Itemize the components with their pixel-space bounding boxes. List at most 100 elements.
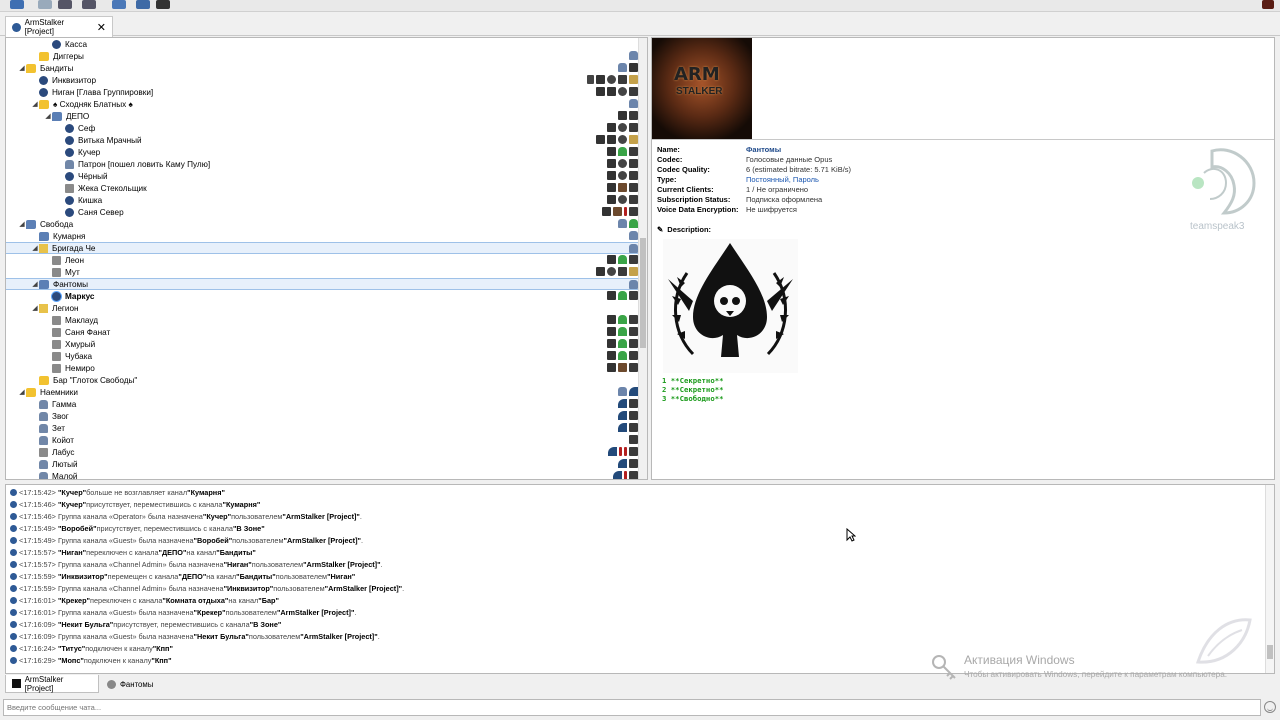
log-entity[interactable]: "ArmStalker [Project]" <box>303 560 380 569</box>
tree-row[interactable]: Бар "Глоток Свободы" <box>6 374 638 386</box>
disconnect-icon[interactable] <box>38 0 52 9</box>
tree-row[interactable]: Гамма <box>6 398 638 410</box>
log-entity[interactable]: "Воробей" <box>194 536 233 545</box>
tree-row[interactable]: Леон <box>6 254 638 266</box>
tree-row[interactable]: Мут <box>6 266 638 278</box>
expand-arrow-icon[interactable]: ◢ <box>31 280 39 288</box>
tree-row[interactable]: Хмурый <box>6 338 638 350</box>
tree-row[interactable]: Саня Север <box>6 206 638 218</box>
log-entity[interactable]: "Ниган" <box>327 572 355 581</box>
tree-row[interactable]: Витька Мрачный <box>6 134 638 146</box>
log-entity[interactable]: "Ниган" <box>58 548 86 557</box>
log-entity[interactable]: "Мопс" <box>58 656 84 665</box>
scrollbar-thumb[interactable] <box>640 238 646 348</box>
banner-subtitle: STALKER <box>676 86 723 97</box>
log-entity[interactable]: "Кучер" <box>58 488 86 497</box>
expand-arrow-icon[interactable]: ◢ <box>44 112 52 120</box>
log-entity[interactable]: "В Зоне" <box>233 524 265 533</box>
tree-row[interactable]: ◢ Легион <box>6 302 638 314</box>
connect-icon[interactable] <box>10 0 24 9</box>
log-entity[interactable]: "ArmStalker [Project]" <box>300 632 377 641</box>
tree-row[interactable]: Саня Фанат <box>6 326 638 338</box>
log-entity[interactable]: "Бар" <box>258 596 279 605</box>
tree-row[interactable]: Ниган [Глава Группировки] <box>6 86 638 98</box>
log-entity[interactable]: "ArmStalker [Project]" <box>325 584 402 593</box>
identity-icon[interactable] <box>156 0 170 9</box>
server-tab[interactable]: ArmStalker [Project] ✕ <box>5 16 113 37</box>
tree-row[interactable]: Зет <box>6 422 638 434</box>
tree-row[interactable]: Кишка <box>6 194 638 206</box>
tree-row[interactable]: Немиро <box>6 362 638 374</box>
tree-row[interactable]: Лабус <box>6 446 638 458</box>
expand-arrow-icon[interactable]: ◢ <box>31 244 39 252</box>
chat-tab-channel[interactable]: Фантомы <box>101 675 171 693</box>
tree-row[interactable]: ◢ ♠ Сходняк Блатных ♠ <box>6 98 638 110</box>
tree-scrollbar[interactable] <box>638 38 647 479</box>
log-entity[interactable]: "Воробей" <box>58 524 97 533</box>
tree-row[interactable]: Чёрный <box>6 170 638 182</box>
tree-row[interactable]: Жека Стекольщик <box>6 182 638 194</box>
log-entity[interactable]: "Комната отдыха" <box>162 596 228 605</box>
tree-row[interactable]: ◢ Фантомы <box>6 278 638 290</box>
tree-row[interactable]: ◢ Бригада Че <box>6 242 638 254</box>
log-entity[interactable]: "Ниган" <box>224 560 252 569</box>
emoji-icon[interactable] <box>1264 701 1276 713</box>
property-value[interactable]: Постоянный, Пароль <box>746 175 819 184</box>
tree-row[interactable]: Маклауд <box>6 314 638 326</box>
tree-row[interactable]: Инквизитор <box>6 74 638 86</box>
tree-row[interactable]: Касса <box>6 38 638 50</box>
chat-tab-server[interactable]: ArmStalker [Project] <box>5 675 99 693</box>
expand-arrow-icon[interactable]: ◢ <box>18 220 26 228</box>
tree-row[interactable]: Кумарня <box>6 230 638 242</box>
log-entity[interactable]: "Некит Бульга" <box>194 632 249 641</box>
log-entity[interactable]: "Некит Бульга" <box>58 620 113 629</box>
log-entity[interactable]: "Кумарня" <box>187 488 225 497</box>
scrollbar-thumb[interactable] <box>1267 645 1273 659</box>
tree-row[interactable]: Койот <box>6 434 638 446</box>
tree-row[interactable]: ◢ Бандиты <box>6 62 638 74</box>
log-entity[interactable]: "ArmStalker [Project]" <box>282 512 359 521</box>
expand-arrow-icon[interactable]: ◢ <box>18 388 26 396</box>
log-entity[interactable]: "ArmStalker [Project]" <box>277 608 354 617</box>
log-entity[interactable]: "ArmStalker [Project]" <box>284 536 361 545</box>
tree-row[interactable]: Кучер <box>6 146 638 158</box>
log-entity[interactable]: "Кпп" <box>153 644 173 653</box>
tree-row[interactable]: Патрон [пошел ловить Каму Пулю] <box>6 158 638 170</box>
tree-row[interactable]: Звог <box>6 410 638 422</box>
log-entity[interactable]: "Титус" <box>58 644 85 653</box>
log-entity[interactable]: "Крекер" <box>58 596 90 605</box>
expand-arrow-icon[interactable]: ◢ <box>31 100 39 108</box>
log-entity[interactable]: "Инквизитор" <box>58 572 108 581</box>
tree-row[interactable]: ◢ Свобода <box>6 218 638 230</box>
log-entity[interactable]: "Инквизитор" <box>224 584 274 593</box>
mute-speakers-icon[interactable] <box>82 0 96 9</box>
tree-row[interactable]: Чубака <box>6 350 638 362</box>
log-entity[interactable]: "Кучер" <box>58 500 86 509</box>
yellow-badge-icon <box>629 267 638 276</box>
tree-row[interactable]: Сеф <box>6 122 638 134</box>
log-entity[interactable]: "Кпп" <box>151 656 171 665</box>
away-icon[interactable] <box>112 0 126 9</box>
log-entity[interactable]: "Крекер" <box>194 608 226 617</box>
log-scrollbar[interactable] <box>1265 485 1274 673</box>
tree-row[interactable]: Маркус <box>6 290 638 302</box>
tree-row[interactable]: ◢ Наемники <box>6 386 638 398</box>
expand-arrow-icon[interactable]: ◢ <box>31 304 39 312</box>
log-entity[interactable]: "Бандиты" <box>236 572 276 581</box>
mute-microphone-icon[interactable] <box>58 0 72 9</box>
tree-row[interactable]: ◢ ДЕПО <box>6 110 638 122</box>
tree-row[interactable]: Диггеры <box>6 50 638 62</box>
log-entity[interactable]: "Бандиты" <box>216 548 256 557</box>
expand-arrow-icon[interactable]: ◢ <box>18 64 26 72</box>
log-entity[interactable]: "ДЕПО" <box>178 572 206 581</box>
tree-row[interactable]: Лютый <box>6 458 638 470</box>
rank-badge-icon <box>629 195 638 204</box>
log-entity[interactable]: "В Зоне" <box>250 620 282 629</box>
close-icon[interactable]: ✕ <box>97 21 106 34</box>
chat-message-input[interactable] <box>3 699 1261 716</box>
bookmarks-icon[interactable] <box>136 0 150 9</box>
log-entity[interactable]: "Кучер" <box>203 512 231 521</box>
log-entity[interactable]: "ДЕПО" <box>159 548 187 557</box>
tree-row[interactable]: Малой <box>6 470 638 479</box>
log-entity[interactable]: "Кумарня" <box>223 500 261 509</box>
